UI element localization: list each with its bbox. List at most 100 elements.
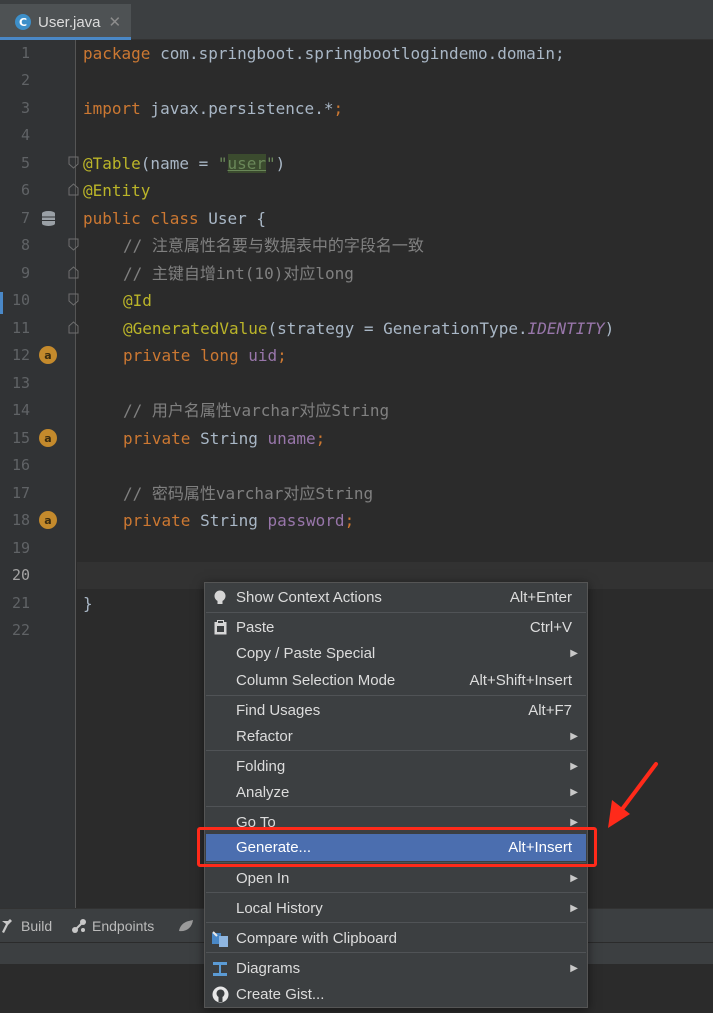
code-line-14: // 用户名属性varchar对应String <box>123 397 389 424</box>
code-line-10: @Id <box>123 287 152 314</box>
fold-icon[interactable] <box>68 238 79 251</box>
field-name: uid <box>248 346 278 365</box>
github-icon <box>210 985 230 1005</box>
semicolon: ; <box>333 99 344 118</box>
menu-label: Generate... <box>236 839 312 856</box>
red-arrow-icon <box>608 762 658 828</box>
menu-shortcut: Alt+Enter <box>509 589 572 606</box>
comment: // 用户名属性varchar对应String <box>123 401 390 420</box>
fold-icon[interactable] <box>68 156 79 169</box>
code-text: { <box>246 209 267 228</box>
line-number: 13 <box>11 374 30 392</box>
submenu-arrow-icon: ▶ <box>570 817 578 828</box>
menu-item-create-gist[interactable]: Create Gist... <box>206 981 586 1008</box>
code-line-5: @Table(name = "user") <box>83 150 285 177</box>
clipboard-icon <box>210 618 230 638</box>
menu-item-column-selection-mode[interactable]: Column Selection Mode Alt+Shift+Insert <box>206 667 586 694</box>
menu-label: Analyze <box>236 784 290 801</box>
line-number: 17 <box>11 484 30 502</box>
line-number: 8 <box>20 236 30 254</box>
column-icon[interactable]: a <box>39 429 57 447</box>
comment: // 主键自增int(10)对应long <box>123 264 354 283</box>
tab-user-java[interactable]: C User.java ✕ <box>0 4 131 40</box>
type-name: String <box>200 511 268 530</box>
compare-icon <box>210 929 230 949</box>
menu-label: Local History <box>236 900 323 917</box>
menu-label: Show Context Actions <box>236 589 382 606</box>
menu-label: Find Usages <box>236 702 321 719</box>
field-name: uname <box>267 429 316 448</box>
line-number: 15 <box>11 429 30 447</box>
endpoints-tool-button[interactable]: Endpoints <box>71 909 154 943</box>
menu-label: Create Gist... <box>236 986 325 1003</box>
column-icon[interactable]: a <box>39 511 57 529</box>
tab-label: User.java <box>38 13 101 31</box>
menu-separator <box>206 695 586 696</box>
lightbulb-icon <box>210 588 230 608</box>
code-text: ) <box>604 319 615 338</box>
menu-item-paste[interactable]: Paste Ctrl+V <box>206 614 586 641</box>
menu-item-folding[interactable]: Folding ▶ <box>206 753 586 780</box>
keyword: private <box>123 429 201 448</box>
code-line-18: private String password; <box>123 507 354 534</box>
build-label: Build <box>21 918 53 934</box>
menu-separator <box>206 862 586 863</box>
hammer-icon <box>0 918 16 934</box>
menu-item-compare-with-clipboard[interactable]: Compare with Clipboard <box>206 925 586 952</box>
menu-label: Open In <box>236 870 290 887</box>
code-line-12: private long uid; <box>123 342 287 369</box>
menu-item-analyze[interactable]: Analyze ▶ <box>206 779 586 806</box>
code-line-6: @Entity <box>83 177 150 204</box>
submenu-arrow-icon: ▶ <box>570 903 578 914</box>
line-number: 21 <box>11 594 30 612</box>
leaf-icon <box>178 918 194 934</box>
fold-icon[interactable] <box>68 321 79 334</box>
menu-item-show-context-actions[interactable]: Show Context Actions Alt+Enter <box>206 584 586 611</box>
code-line-3: import javax.persistence.*; <box>83 95 343 122</box>
menu-item-local-history[interactable]: Local History ▶ <box>206 895 586 922</box>
annotation: @Id <box>123 291 152 310</box>
type-name: String <box>200 429 268 448</box>
line-number: 7 <box>20 209 30 227</box>
menu-item-diagrams[interactable]: Diagrams ▶ <box>206 955 586 982</box>
line-number: 2 <box>20 71 30 89</box>
editor-context-menu: Show Context Actions Alt+Enter Paste Ctr… <box>204 582 588 1008</box>
line-number: 12 <box>11 346 30 364</box>
id-column-icon[interactable]: a <box>39 346 57 364</box>
semicolon: ; <box>315 429 326 448</box>
menu-item-open-in[interactable]: Open In ▶ <box>206 865 586 892</box>
close-icon[interactable]: ✕ <box>109 13 122 31</box>
submenu-arrow-icon: ▶ <box>570 873 578 884</box>
submenu-arrow-icon: ▶ <box>570 648 578 659</box>
field-name: password <box>267 511 345 530</box>
menu-item-find-usages[interactable]: Find Usages Alt+F7 <box>206 697 586 724</box>
keyword: import <box>83 99 141 118</box>
annotation: @Table <box>83 154 141 173</box>
fold-icon[interactable] <box>68 266 79 279</box>
submenu-arrow-icon: ▶ <box>570 731 578 742</box>
menu-label: Go To <box>236 814 276 831</box>
fold-icon[interactable] <box>68 293 79 306</box>
menu-item-generate[interactable]: Generate... Alt+Insert <box>206 834 586 861</box>
submenu-arrow-icon: ▶ <box>570 761 578 772</box>
line-number: 16 <box>11 456 30 474</box>
string-literal: user <box>227 154 267 173</box>
menu-item-refactor[interactable]: Refactor ▶ <box>206 723 586 750</box>
endpoints-icon <box>71 918 87 934</box>
code-text: javax.persistence.* <box>140 99 334 118</box>
keyword: public class <box>83 209 209 228</box>
line-number: 4 <box>20 126 30 144</box>
database-table-icon[interactable] <box>40 210 57 227</box>
spring-tool-button[interactable] <box>178 909 199 943</box>
build-tool-button[interactable]: Build <box>0 909 52 943</box>
fold-icon[interactable] <box>68 183 79 196</box>
menu-separator <box>206 922 586 923</box>
keyword: private <box>123 511 201 530</box>
class-c-icon: C <box>15 14 31 30</box>
menu-shortcut: Alt+F7 <box>528 702 572 719</box>
submenu-arrow-icon: ▶ <box>570 787 578 798</box>
menu-shortcut: Alt+Insert <box>508 839 572 856</box>
menu-item-copy-paste-special[interactable]: Copy / Paste Special ▶ <box>206 640 586 667</box>
menu-item-go-to[interactable]: Go To ▶ <box>206 809 586 836</box>
line-number: 11 <box>11 319 30 337</box>
